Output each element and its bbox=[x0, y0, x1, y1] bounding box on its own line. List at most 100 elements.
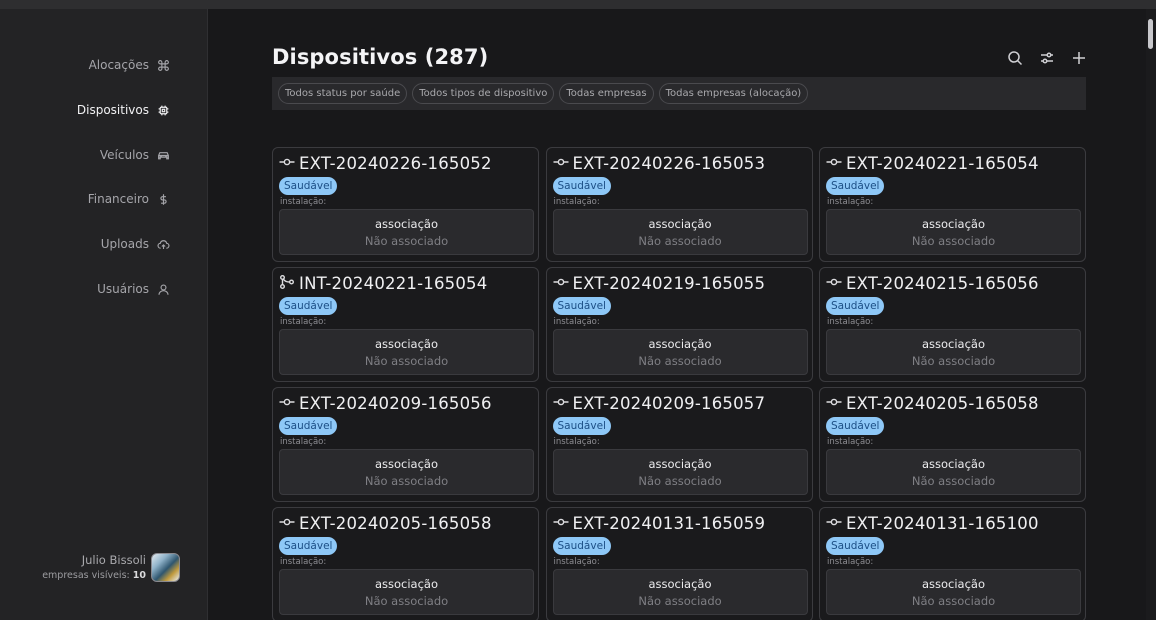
device-card[interactable]: EXT-20240131-165100 Saudável instalação: as… bbox=[819, 507, 1086, 620]
association-title: associação bbox=[374, 577, 439, 591]
scrollbar[interactable] bbox=[1146, 9, 1156, 620]
filter-health-status[interactable]: Todos status por saúde bbox=[278, 83, 408, 104]
sidebar-item-label: Dispositivos bbox=[76, 103, 149, 117]
commit-icon bbox=[553, 154, 569, 173]
device-id: EXT-20240226-165053 bbox=[572, 154, 766, 173]
device-card[interactable]: EXT-20240205-165058 Saudável instalação: as… bbox=[272, 507, 539, 620]
association-status: Não associado bbox=[638, 234, 722, 248]
association-title: associação bbox=[648, 457, 712, 471]
sidebar-item-financeiro[interactable]: Financeiro bbox=[88, 189, 170, 209]
device-id: EXT-20240219-165055 bbox=[572, 274, 766, 293]
sidebar-item-label: Uploads bbox=[100, 237, 149, 251]
user-icon bbox=[156, 282, 170, 296]
status-badge: Saudável bbox=[826, 417, 885, 435]
association-box[interactable]: associação Não associado bbox=[826, 569, 1081, 615]
association-status: Não associado bbox=[911, 594, 996, 608]
filter-button[interactable] bbox=[1037, 48, 1057, 68]
association-status: Não associado bbox=[911, 354, 996, 368]
device-card[interactable]: INT-20240221-165054 Saudável instalação: as… bbox=[272, 267, 539, 382]
association-box[interactable]: associação Não associado bbox=[279, 329, 534, 375]
sidebar-item-dispositivos[interactable]: Dispositivos bbox=[77, 100, 170, 120]
association-box[interactable]: associação Não associado bbox=[826, 449, 1081, 495]
sidebar-item-label: Veículos bbox=[99, 148, 149, 162]
commit-icon bbox=[279, 154, 295, 173]
association-title: associação bbox=[921, 217, 986, 231]
sidebar-item-label: Financeiro bbox=[87, 192, 149, 206]
scrollbar-thumb[interactable] bbox=[1148, 19, 1153, 49]
sidebar-item-label: Alocações bbox=[88, 58, 149, 72]
filter-company-allocation[interactable]: Todas empresas (alocação) bbox=[658, 83, 809, 104]
association-status: Não associado bbox=[364, 234, 449, 248]
header-actions bbox=[1005, 48, 1089, 68]
sidebar-item-uploads[interactable]: Uploads bbox=[101, 234, 170, 254]
association-box[interactable]: associação Não associado bbox=[552, 329, 808, 375]
association-title: associação bbox=[648, 337, 712, 351]
association-box[interactable]: associação Não associado bbox=[552, 569, 808, 615]
search-button[interactable] bbox=[1005, 48, 1025, 68]
association-box[interactable]: associação Não associado bbox=[826, 329, 1081, 375]
sidebar-item-usuarios[interactable]: Usuários bbox=[97, 279, 170, 299]
commit-icon bbox=[279, 394, 295, 413]
commit-icon bbox=[553, 274, 569, 293]
sidebar-item-alocacoes[interactable]: Alocações bbox=[89, 55, 170, 75]
association-title: associação bbox=[374, 457, 439, 471]
device-id: EXT-20240209-165057 bbox=[572, 394, 766, 413]
commit-icon bbox=[826, 154, 842, 173]
sidebar-item-veiculos[interactable]: Veículos bbox=[100, 145, 170, 165]
association-title: associação bbox=[648, 217, 712, 231]
device-card[interactable]: EXT-20240205-165058 Saudável instalação: as… bbox=[819, 387, 1086, 502]
association-box[interactable]: associação Não associado bbox=[552, 449, 808, 495]
device-card[interactable]: EXT-20240219-165055 Saudável instalação: as… bbox=[545, 267, 813, 382]
sidebar: Alocações Dispositivos Veículos Financei… bbox=[0, 9, 208, 620]
association-title: associação bbox=[921, 577, 986, 591]
device-id: EXT-20240205-165058 bbox=[299, 514, 492, 533]
device-card[interactable]: EXT-20240221-165054 Saudável instalação: as… bbox=[819, 147, 1086, 262]
device-title: EXT-20240209-165056 bbox=[279, 394, 492, 413]
association-box[interactable]: associação Não associado bbox=[552, 209, 808, 255]
association-status: Não associado bbox=[638, 594, 722, 608]
filter-sliders-icon bbox=[1041, 52, 1053, 64]
device-card[interactable]: EXT-20240226-165052 Saudável instalação: as… bbox=[272, 147, 539, 262]
status-badge: Saudável bbox=[279, 537, 338, 555]
internal-device-icon bbox=[279, 274, 295, 293]
device-card[interactable]: EXT-20240209-165057 Saudável instalação: as… bbox=[545, 387, 813, 502]
visible-companies-count: 10 bbox=[132, 570, 146, 581]
installation-label: instalação: bbox=[827, 557, 874, 567]
installation-label: instalação: bbox=[280, 317, 327, 327]
commit-icon bbox=[553, 514, 569, 533]
association-status: Não associado bbox=[638, 354, 722, 368]
association-title: associação bbox=[921, 337, 986, 351]
dollar-icon bbox=[156, 192, 170, 206]
window-top-bar bbox=[0, 0, 1156, 9]
installation-label: instalação: bbox=[827, 197, 874, 207]
installation-label: instalação: bbox=[280, 197, 327, 207]
avatar[interactable] bbox=[151, 553, 180, 582]
installation-label: instalação: bbox=[280, 437, 327, 447]
user-name: Julio Bissoli bbox=[81, 553, 146, 567]
device-card[interactable]: EXT-20240131-165059 Saudável instalação: as… bbox=[545, 507, 813, 620]
association-status: Não associado bbox=[364, 474, 449, 488]
status-badge: Saudável bbox=[552, 537, 611, 555]
device-id: EXT-20240221-165054 bbox=[846, 154, 1039, 173]
add-device-button[interactable] bbox=[1069, 48, 1089, 68]
association-box[interactable]: associação Não associado bbox=[279, 209, 534, 255]
user-profile[interactable]: Julio Bissoli empresas visíveis: 10 bbox=[0, 551, 208, 591]
device-title: EXT-20240205-165058 bbox=[279, 514, 492, 533]
association-title: associação bbox=[374, 217, 439, 231]
installation-label: instalação: bbox=[827, 317, 874, 327]
filter-device-type[interactable]: Todos tipos de dispositivo bbox=[412, 83, 555, 104]
status-badge: Saudável bbox=[826, 537, 885, 555]
filter-bar: Todos status por saúde Todos tipos de di… bbox=[272, 77, 1086, 110]
cloud-upload-icon bbox=[156, 237, 170, 251]
device-title: EXT-20240209-165057 bbox=[553, 394, 766, 413]
association-box[interactable]: associação Não associado bbox=[826, 209, 1081, 255]
association-status: Não associado bbox=[911, 234, 996, 248]
device-id: EXT-20240209-165056 bbox=[299, 394, 492, 413]
device-card[interactable]: EXT-20240215-165056 Saudável instalação: as… bbox=[819, 267, 1086, 382]
device-card[interactable]: EXT-20240226-165053 Saudável instalação: as… bbox=[545, 147, 813, 262]
association-box[interactable]: associação Não associado bbox=[279, 449, 534, 495]
association-box[interactable]: associação Não associado bbox=[279, 569, 534, 615]
device-id: EXT-20240215-165056 bbox=[846, 274, 1039, 293]
filter-company[interactable]: Todas empresas bbox=[559, 83, 654, 104]
device-card[interactable]: EXT-20240209-165056 Saudável instalação: as… bbox=[272, 387, 539, 502]
